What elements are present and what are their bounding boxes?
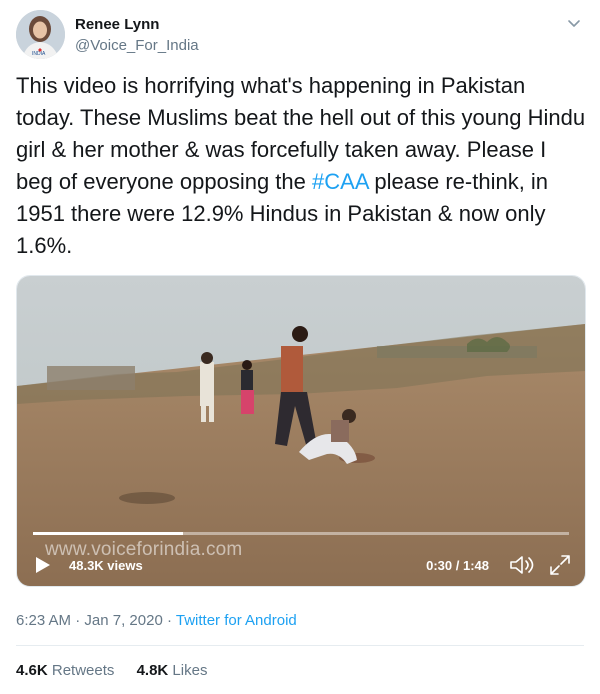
- retweets-stat[interactable]: 4.6K Retweets: [16, 662, 114, 679]
- chevron-down-icon[interactable]: [564, 14, 584, 34]
- user-handle[interactable]: @Voice_For_India: [75, 37, 199, 54]
- likes-count: 4.8K: [136, 662, 169, 679]
- view-count: 48.3K views: [69, 558, 143, 573]
- tweet-time[interactable]: 6:23 AM: [16, 612, 71, 629]
- tweet-meta: 6:23 AM · Jan 7, 2020 · Twitter for Andr…: [16, 612, 297, 629]
- avatar-image: INDIA: [16, 10, 65, 59]
- tweet-text: This video is horrifying what's happenin…: [16, 70, 586, 262]
- video-progress-bar[interactable]: [33, 532, 569, 535]
- volume-icon[interactable]: [509, 553, 535, 577]
- tweet-stats: 4.6K Retweets 4.8K Likes: [16, 662, 225, 679]
- video-time: 0:30 / 1:48: [426, 558, 489, 573]
- meta-separator: ·: [162, 612, 176, 629]
- fullscreen-icon[interactable]: [549, 554, 571, 576]
- retweets-count: 4.6K: [16, 662, 48, 679]
- avatar[interactable]: INDIA: [16, 10, 65, 59]
- tweet-header: INDIA Renee Lynn @Voice_For_India: [16, 10, 584, 60]
- avatar-badge-text: INDIA: [32, 51, 46, 57]
- hashtag-link[interactable]: #CAA: [312, 169, 368, 194]
- likes-stat[interactable]: 4.8K Likes: [137, 662, 208, 679]
- video-player[interactable]: www.voiceforindia.com 48.3K views 0:30 /…: [16, 275, 586, 587]
- meta-separator: ·: [71, 612, 85, 629]
- display-name[interactable]: Renee Lynn: [75, 16, 159, 33]
- tweet-date[interactable]: Jan 7, 2020: [84, 612, 162, 629]
- divider: [16, 645, 584, 646]
- video-progress-fill: [33, 532, 184, 535]
- likes-label: Likes: [172, 662, 208, 679]
- tweet-source-link[interactable]: Twitter for Android: [176, 612, 297, 629]
- play-icon[interactable]: [35, 556, 51, 574]
- retweets-label: Retweets: [51, 662, 115, 679]
- tweet-card: INDIA Renee Lynn @Voice_For_India This v…: [0, 0, 600, 694]
